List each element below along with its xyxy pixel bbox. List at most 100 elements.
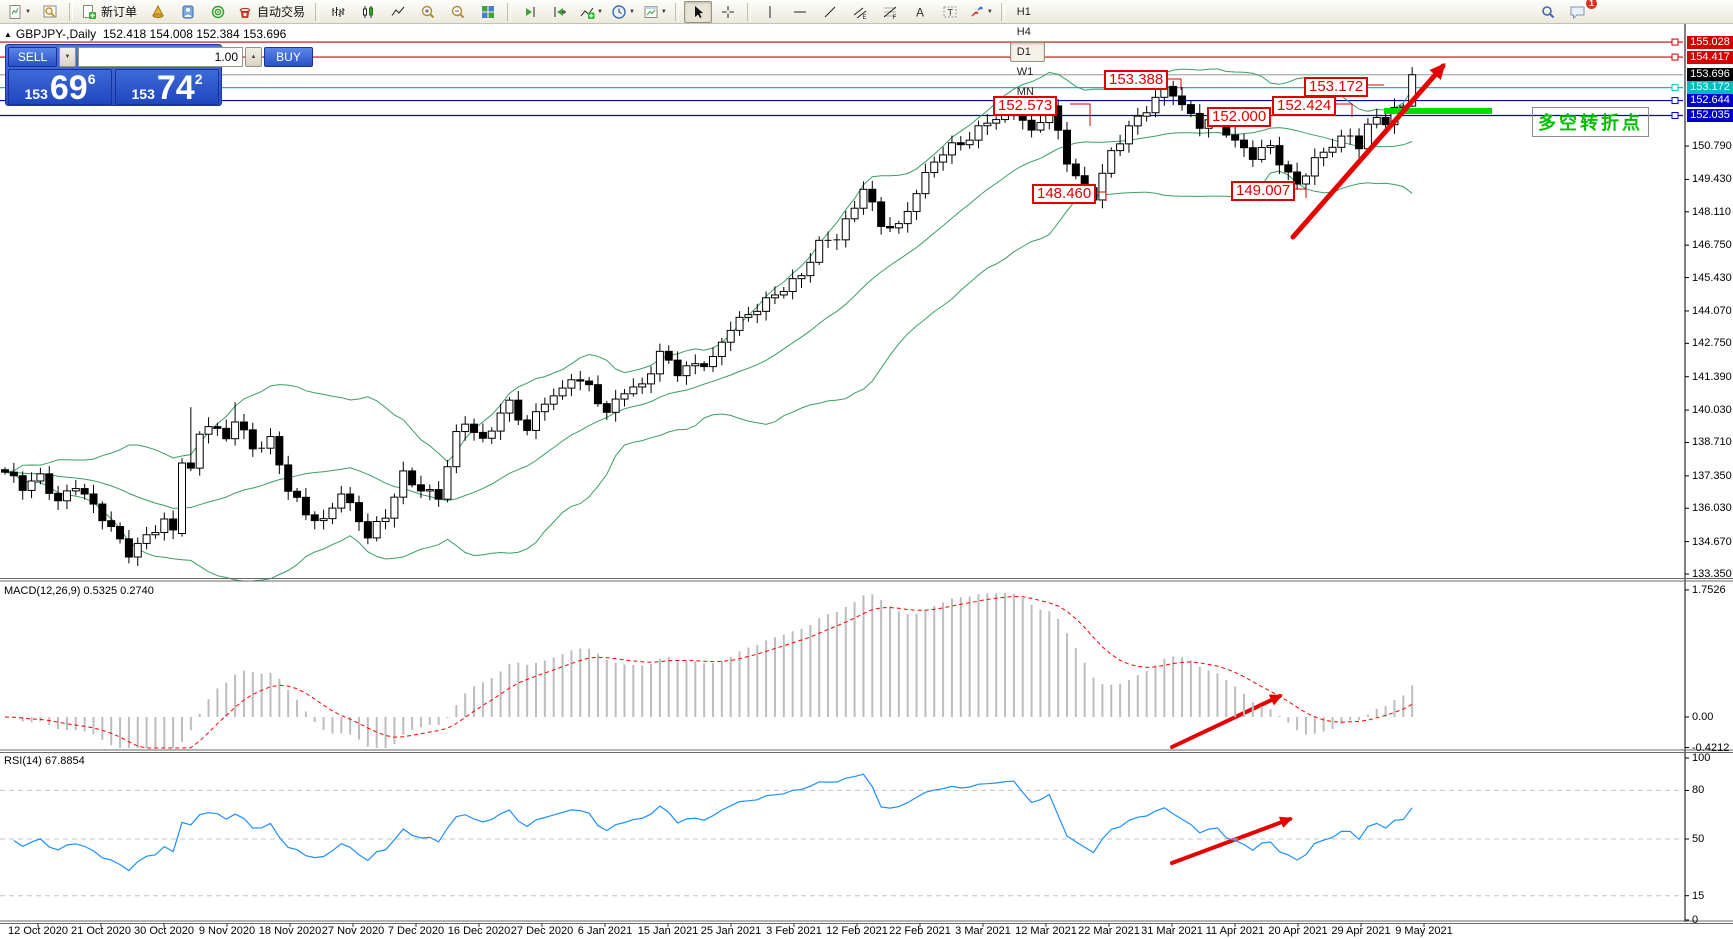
sell-price-big: 69	[50, 73, 88, 103]
crosshair-tool-button[interactable]	[714, 1, 742, 23]
trade-panel-prices: 153 69 6 153 74 2	[8, 69, 219, 105]
price-tick-label: 146.750	[1692, 239, 1732, 251]
sell-price-button[interactable]: 153 69 6	[8, 69, 112, 105]
date-label: 15 Jan 2021	[638, 925, 699, 937]
history-center-button[interactable]	[144, 1, 172, 23]
rsi-line	[14, 774, 1412, 870]
price-annotation-tag[interactable]: 149.007	[1231, 181, 1295, 201]
profile-button[interactable]: ▼	[4, 1, 34, 23]
rsi-tick-label: 0	[1692, 914, 1698, 926]
date-label: 18 Nov 2020	[259, 925, 321, 937]
price-annotation-tag[interactable]: 152.000	[1207, 107, 1271, 127]
search-button[interactable]	[1534, 1, 1562, 23]
data-window-button[interactable]	[36, 1, 64, 23]
cursor-icon	[690, 4, 706, 20]
text-label-tool[interactable]: T	[936, 1, 964, 23]
auto-trading-button[interactable]: 自动交易	[234, 1, 310, 23]
indicators-add-icon	[579, 4, 595, 20]
trendline-tool[interactable]	[816, 1, 844, 23]
line-handle	[1672, 85, 1678, 91]
volume-decrease-button[interactable]: ▼	[59, 47, 76, 67]
price-annotation-tag[interactable]: 153.172	[1304, 77, 1368, 97]
text-tool[interactable]: A	[906, 1, 934, 23]
text-a-icon: A	[912, 4, 928, 20]
tf-button-W1[interactable]: W1	[1010, 62, 1045, 82]
toolbar-separator	[507, 3, 511, 21]
price-tick-label: 150.790	[1692, 140, 1732, 152]
macd-tick-label: 0.00	[1692, 711, 1713, 723]
price-tick-label: 142.750	[1692, 337, 1732, 349]
rsi-tick-label: 100	[1692, 752, 1710, 764]
green-target-icon	[210, 4, 226, 20]
chart-area[interactable]: ▲GBPJPY-,Daily 152.418 154.008 152.384 1…	[0, 24, 1733, 939]
buy-price-button[interactable]: 153 74 2	[115, 69, 219, 105]
volume-input[interactable]	[78, 47, 243, 67]
date-label: 27 Dec 2020	[511, 925, 573, 937]
date-label: 22 Feb 2021	[889, 925, 951, 937]
tf-button-D1[interactable]: D1	[1010, 42, 1045, 62]
price-annotation-tag[interactable]: 153.388	[1104, 70, 1168, 90]
templates-button[interactable]: ▼	[640, 1, 670, 23]
sell-button[interactable]: SELL	[8, 47, 57, 67]
zoom-in-icon	[420, 4, 436, 20]
zoom-in-button[interactable]	[414, 1, 442, 23]
line-chart-button[interactable]	[384, 1, 412, 23]
fibonacci-icon: F	[882, 4, 898, 20]
toolbar: ▼ 新订单 自动交易	[0, 0, 1733, 24]
volume-increase-button[interactable]: ▲	[245, 47, 262, 67]
chevron-down-icon: ▼	[661, 9, 667, 15]
price-tick-label: 141.390	[1692, 371, 1732, 383]
sell-price-sup: 6	[88, 72, 96, 86]
symbol-period-label: GBPJPY-,Daily	[16, 27, 96, 41]
window-magnifier-icon	[42, 4, 58, 20]
date-label: 21 Oct 2020	[71, 925, 131, 937]
periods-button[interactable]: ▼	[608, 1, 638, 23]
line-handle	[1672, 98, 1678, 104]
candlestick-chart-button[interactable]	[354, 1, 382, 23]
price-level-label: 155.028	[1687, 36, 1733, 49]
collapse-arrow-icon[interactable]: ▲	[4, 30, 12, 39]
indicators-button[interactable]: ▼	[576, 1, 606, 23]
chevron-down-icon: ▼	[629, 9, 635, 15]
chart-canvas	[0, 24, 1733, 939]
rsi-tick-label: 15	[1692, 890, 1704, 902]
horizontal-line-tool[interactable]	[786, 1, 814, 23]
price-level-label: 153.172	[1687, 81, 1733, 94]
cursor-tool-button[interactable]	[684, 1, 712, 23]
toolbar-separator	[69, 3, 73, 21]
fibonacci-tool[interactable]: F	[876, 1, 904, 23]
annotation-leaders	[1070, 79, 1384, 201]
price-annotation-tag[interactable]: 152.424	[1272, 96, 1336, 116]
chart-file-icon	[7, 4, 23, 20]
bar-chart-icon	[330, 4, 346, 20]
cn-note-label[interactable]: 多空转折点	[1532, 107, 1649, 137]
trade-panel-row: SELL ▼ ▲ BUY	[8, 47, 219, 67]
bar-chart-button[interactable]	[324, 1, 352, 23]
tf-button-MN[interactable]: MN	[1010, 82, 1045, 102]
tf-button-H1[interactable]: H1	[1010, 2, 1045, 22]
price-annotation-tag[interactable]: 148.460	[1032, 184, 1096, 204]
channel-tool[interactable]: E	[846, 1, 874, 23]
arrows-tool[interactable]: ▼	[966, 1, 996, 23]
zoom-out-button[interactable]	[444, 1, 472, 23]
buy-price-big: 74	[157, 73, 195, 103]
chart-shift-button[interactable]	[546, 1, 574, 23]
tf-button-H4[interactable]: H4	[1010, 22, 1045, 42]
date-label: 7 Dec 2020	[388, 925, 444, 937]
auto-scroll-button[interactable]	[516, 1, 544, 23]
date-label: 29 Apr 2021	[1331, 925, 1390, 937]
date-label: 31 Mar 2021	[1141, 925, 1203, 937]
macd-signal-line	[5, 597, 1412, 749]
metaeditor-button[interactable]	[174, 1, 202, 23]
notifications-button[interactable]: 1	[1564, 1, 1592, 23]
new-order-button[interactable]: 新订单	[78, 1, 142, 23]
date-label: 12 Feb 2021	[826, 925, 888, 937]
price-level-label: 154.417	[1687, 51, 1733, 64]
buy-button[interactable]: BUY	[264, 47, 313, 67]
tile-windows-button[interactable]	[474, 1, 502, 23]
price-tick-label: 138.710	[1692, 436, 1732, 448]
market-button[interactable]	[204, 1, 232, 23]
price-tick-label: 133.350	[1692, 568, 1732, 580]
one-click-trading-panel: SELL ▼ ▲ BUY 153 69 6 153 74 2	[5, 44, 222, 106]
vertical-line-tool[interactable]	[756, 1, 784, 23]
